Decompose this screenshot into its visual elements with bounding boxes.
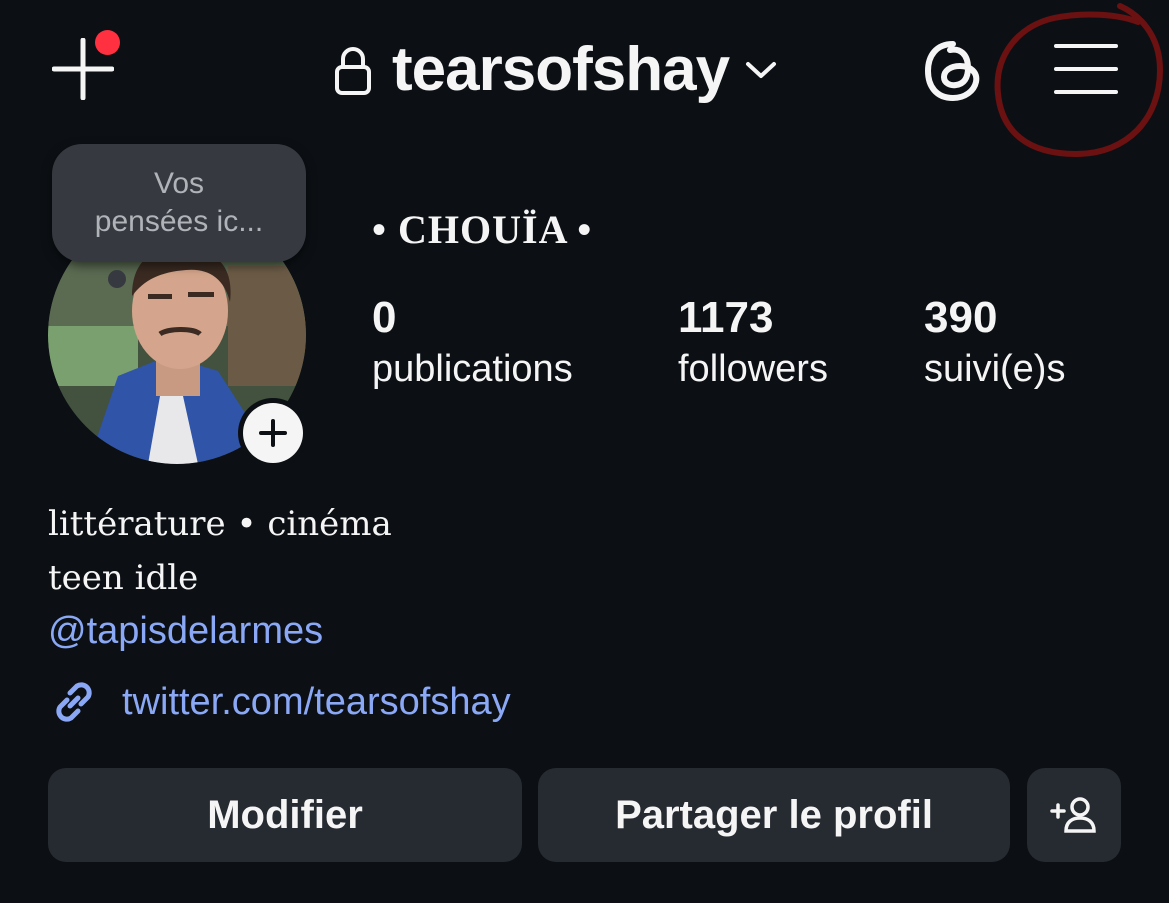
edit-profile-button[interactable]: Modifier — [48, 768, 522, 862]
chevron-down-icon — [746, 62, 777, 78]
stat-value: 1173 — [678, 293, 774, 342]
display-name: • CHOUÏA • — [372, 207, 593, 252]
profile-page: tearsofshay Vos pensées ic... • CHOUÏA •… — [0, 0, 1169, 903]
plus-icon — [259, 419, 287, 447]
note-bubble-tail — [108, 270, 126, 288]
bio-line: teen idle — [48, 558, 199, 598]
stat-value: 390 — [924, 293, 998, 342]
account-switcher[interactable]: tearsofshay — [334, 34, 777, 106]
hamburger-menu-icon[interactable] — [1054, 44, 1118, 94]
external-link[interactable]: twitter.com/tearsofshay — [48, 674, 511, 730]
add-person-icon — [1050, 797, 1096, 833]
external-link-text: twitter.com/tearsofshay — [122, 680, 511, 723]
stat-publications[interactable]: 0 publications — [372, 292, 573, 394]
stat-label: publications — [372, 348, 573, 390]
threads-icon[interactable] — [920, 38, 986, 104]
lock-icon — [335, 47, 371, 95]
share-profile-button[interactable]: Partager le profil — [538, 768, 1010, 862]
note-text-line2: pensées ic... — [94, 205, 264, 238]
stat-followers[interactable]: 1173 followers — [678, 292, 828, 394]
bio-mention-link[interactable]: @tapisdelarmes — [48, 610, 323, 653]
link-icon — [56, 682, 92, 722]
stat-label: followers — [678, 348, 828, 390]
bio-line: littérature • cinéma — [48, 504, 392, 544]
stat-value: 0 — [372, 293, 397, 342]
discover-people-button[interactable] — [1027, 768, 1121, 862]
note-text-line1: Vos — [153, 167, 205, 200]
stat-label: suivi(e)s — [924, 348, 1066, 390]
add-story-button[interactable] — [238, 398, 308, 468]
new-post-button[interactable] — [52, 30, 120, 100]
note-bubble[interactable]: Vos pensées ic... — [52, 144, 306, 262]
notification-dot — [95, 30, 120, 55]
username: tearsofshay — [392, 35, 730, 104]
stat-following[interactable]: 390 suivi(e)s — [924, 292, 1065, 394]
